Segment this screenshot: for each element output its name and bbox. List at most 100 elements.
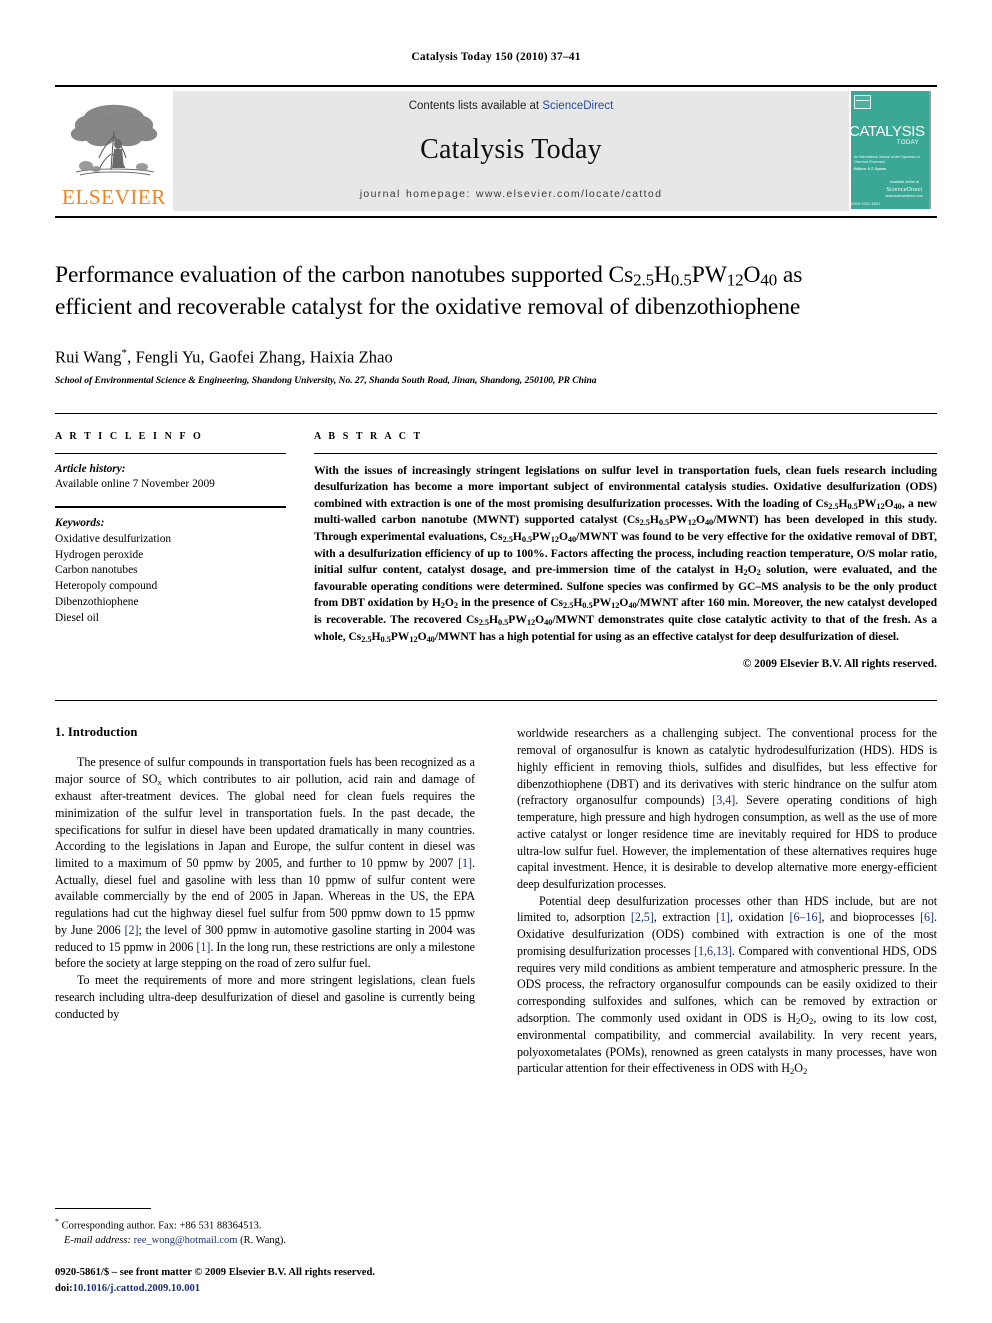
cover-editors: Editors: S.T. Oyama	[854, 167, 886, 171]
corresponding-author-footnote: * Corresponding author. Fax: +86 531 883…	[55, 1216, 475, 1234]
abstract-body: With the issues of increasingly stringen…	[314, 463, 937, 646]
cover-sd-url: www.sciencedirect.com	[885, 193, 923, 198]
citation-link[interactable]: [2]	[125, 923, 139, 937]
intro-p1-text-b: which contributes to air pollution, acid…	[55, 772, 475, 871]
imprint-front-matter: 0920-5861/$ – see front matter © 2009 El…	[55, 1267, 375, 1279]
author-list: Rui Wang*, Fengli Yu, Gaofei Zhang, Haix…	[55, 347, 937, 368]
running-head: Catalysis Today 150 (2010) 37–41	[411, 51, 581, 63]
formula-h2o2-3: 2O2	[796, 1010, 814, 1026]
article-history-value: Available online 7 November 2009	[55, 478, 215, 491]
title-text-5: as	[777, 262, 803, 288]
abstract-column: A B S T R A C T With the issues of incre…	[314, 430, 937, 671]
formula-cshpw-5: Cs2.5H0.5PW12O40	[465, 613, 553, 627]
email-owner: (R. Wang).	[240, 1235, 287, 1247]
formula-h2o2-1: 2O2	[743, 563, 761, 577]
sciencedirect-link[interactable]: ScienceDirect	[542, 100, 613, 112]
email-link[interactable]: ree_wong@hotmail.com	[134, 1235, 238, 1246]
title-text-4: O	[743, 262, 761, 288]
article-history-group: Article history: Available online 7 Nove…	[55, 462, 286, 493]
doi-prefix: doi:	[55, 1282, 73, 1294]
title-text-1: Performance evaluation of the carbon nan…	[55, 262, 634, 288]
page-title: Performance evaluation of the carbon nan…	[55, 260, 937, 322]
citation-link[interactable]: [1,6,13]	[694, 944, 732, 958]
keyword-item: Dibenzothiophene	[55, 595, 139, 608]
cover-sd-label: Available online at	[889, 180, 919, 185]
cover-sciencedirect-badge: Available online at ScienceDirect www.sc…	[886, 180, 923, 199]
cover-sd-name: ScienceDirect	[886, 186, 923, 193]
intro-rp2-text-d: , and bioprocesses	[821, 910, 921, 925]
journal-masthead: ELSEVIER Contents lists available at Sci…	[55, 85, 937, 218]
citation-link[interactable]: [3,4]	[712, 793, 735, 807]
keyword-item: Hydrogen peroxide	[55, 548, 144, 561]
contents-prefix: Contents lists available at	[408, 100, 543, 112]
formula-cshpw-6: Cs2.5H0.5PW12O40	[348, 629, 435, 644]
abstract-heading: A B S T R A C T	[314, 430, 423, 442]
affiliation: School of Environmental Science & Engine…	[55, 374, 597, 386]
footnote-area: * Corresponding author. Fax: +86 531 883…	[55, 1207, 475, 1249]
journal-article-page: Catalysis Today 150 (2010) 37–41 ELSEVIE…	[0, 0, 992, 1323]
citation-link[interactable]: [6–16]	[790, 910, 822, 924]
citation-link[interactable]: [1]	[716, 910, 730, 924]
cover-subtitle: An International Journal on the Dynamics…	[854, 155, 920, 165]
email-address-label: E-mail address:	[64, 1235, 131, 1247]
title-line-2: efficient and recoverable catalyst for t…	[55, 293, 801, 320]
citation-link[interactable]: [6]	[920, 910, 934, 924]
citation-link[interactable]: [1]	[196, 940, 210, 954]
cover-logo-box	[854, 95, 871, 109]
title-block: Performance evaluation of the carbon nan…	[55, 218, 937, 386]
elsevier-wordmark: ELSEVIER	[62, 184, 166, 209]
article-info-column: A R T I C L E I N F O Article history: A…	[55, 431, 286, 671]
intro-rp2-text-c: , oxidation	[729, 910, 790, 925]
title-sub-2: 0.5	[670, 270, 692, 290]
journal-band: Contents lists available at ScienceDirec…	[173, 91, 849, 211]
title-sub-1: 2.5	[633, 270, 655, 290]
keywords-group: Keywords: Oxidative desulfurization Hydr…	[55, 516, 286, 626]
section-heading-introduction: 1. Introduction	[55, 725, 138, 740]
intro-paragraph-3: Potential deep desulfurization processes…	[517, 893, 937, 1078]
intro-paragraph-1: The presence of sulfur compounds in tran…	[55, 754, 475, 972]
body-column-left: 1. Introduction The presence of sulfur c…	[55, 725, 475, 1077]
intro-rp1-text-b: . Severe operating conditions of high te…	[517, 793, 937, 891]
abstract-text-9: /MWNT has a high potential for using as …	[434, 629, 899, 643]
title-text-3: PW	[691, 262, 727, 288]
title-sub-4: 40	[760, 270, 778, 290]
article-history-label: Article history:	[55, 462, 126, 475]
journal-cover-thumbnail[interactable]: CATALYSIS TODAY An International Journal…	[851, 91, 937, 211]
abstract-copyright: © 2009 Elsevier B.V. All rights reserved…	[742, 658, 937, 671]
formula-cshpw-1: Cs2.5H0.5PW12O40	[815, 496, 902, 511]
intro-paragraph-2: To meet the requirements of more and mor…	[55, 973, 475, 1021]
formula-cshpw-4: Cs2.5H0.5PW12O40	[550, 596, 637, 611]
journal-homepage-link[interactable]: journal homepage: www.elsevier.com/locat…	[360, 188, 663, 200]
body-column-right: worldwide researchers as a challenging s…	[517, 725, 937, 1077]
divider-info-mid	[55, 506, 286, 509]
citation-link[interactable]: [2,5]	[631, 910, 654, 924]
author-primary[interactable]: Rui Wang	[55, 348, 122, 367]
intro-paragraph-2-continued: worldwide researchers as a challenging s…	[517, 725, 937, 892]
intro-rp2-text-b: , extraction	[653, 910, 716, 925]
article-info-heading: A R T I C L E I N F O	[55, 430, 204, 442]
author-others[interactable]: , Fengli Yu, Gaofei Zhang, Haixia Zhao	[127, 348, 393, 367]
elsevier-logo: ELSEVIER	[55, 87, 173, 216]
title-sub-3: 12	[726, 270, 744, 290]
formula-cshpw-2: Cs2.5H0.5PW12O40	[626, 513, 714, 528]
doi-link[interactable]: 10.1016/j.cattod.2009.10.001	[73, 1283, 200, 1294]
formula-cshpw-3: Cs2.5H0.5PW12O40	[489, 530, 577, 544]
info-abstract-region: A R T I C L E I N F O Article history: A…	[55, 412, 937, 671]
elsevier-tree-icon	[62, 98, 166, 186]
corresponding-author-text: Corresponding author. Fax: +86 531 88364…	[61, 1220, 262, 1232]
journal-title: Catalysis Today	[420, 134, 602, 165]
citation-link[interactable]: [1]	[458, 856, 472, 870]
abstract-text-6: in the presence of	[458, 596, 551, 610]
keyword-item: Oxidative desulfurization	[55, 532, 172, 545]
cover-issn: ISSN 0920-5861	[851, 201, 881, 206]
imprint-block: 0920-5861/$ – see front matter © 2009 El…	[55, 1265, 525, 1296]
keywords-label: Keywords:	[55, 517, 105, 530]
email-footnote: E-mail address: ree_wong@hotmail.com (R.…	[55, 1234, 475, 1249]
imprint-doi: doi:10.1016/j.cattod.2009.10.001	[55, 1281, 525, 1296]
divider-info-top	[55, 452, 286, 454]
footnote-divider	[55, 1207, 151, 1209]
keyword-item: Diesel oil	[55, 611, 99, 624]
body-columns: 1. Introduction The presence of sulfur c…	[55, 700, 937, 1077]
footnote-star-marker: *	[55, 1216, 59, 1226]
title-text-2: H	[654, 262, 671, 288]
